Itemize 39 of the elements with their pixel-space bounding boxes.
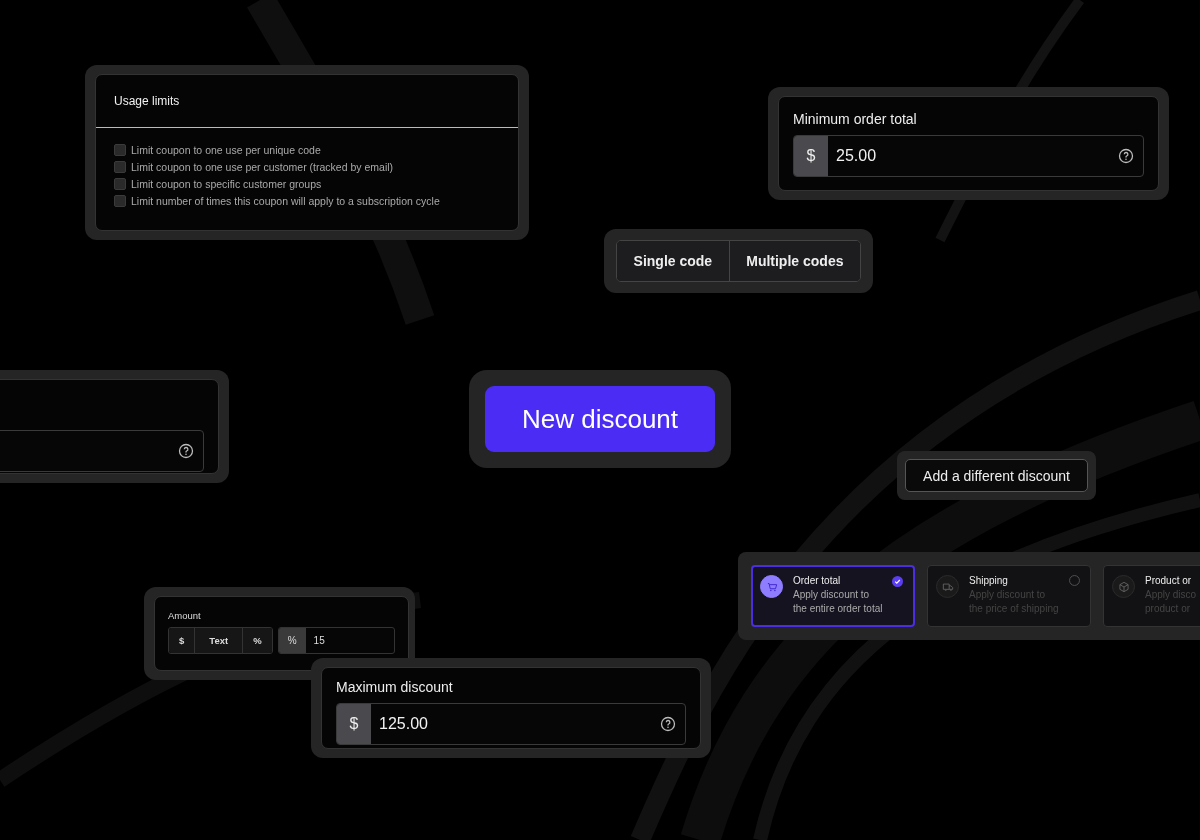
currency-prefix: $ [337, 704, 371, 744]
unit-toggle[interactable]: Text [195, 628, 244, 653]
option-description: Apply discount to the entire order total [793, 588, 884, 616]
input-field[interactable] [0, 430, 204, 472]
checkbox[interactable] [114, 195, 126, 207]
checkbox[interactable] [114, 178, 126, 190]
percent-prefix: % [278, 628, 306, 653]
field-label: Minimum order total [793, 111, 918, 127]
help-icon[interactable] [1118, 148, 1134, 164]
radio-icon [1069, 575, 1080, 586]
segment-tab[interactable]: Single code [617, 241, 730, 281]
input-field[interactable]: $ 25.00 [793, 135, 1144, 177]
option-title: Shipping [969, 575, 1009, 586]
unit-toggle[interactable]: % [243, 628, 272, 653]
help-icon[interactable] [660, 716, 676, 732]
checkbox-label: Limit coupon to one use per customer (tracked by email) [131, 161, 394, 173]
currency-prefix: $ [794, 136, 828, 176]
check-icon [892, 576, 903, 587]
option-title: Order total [793, 575, 842, 586]
field-value: 125.00 [378, 715, 429, 733]
checkbox[interactable] [114, 161, 126, 173]
option-title: Product or [1145, 575, 1193, 586]
field-label: Maximum discount [336, 679, 454, 695]
new-discount-button[interactable]: New discount [485, 386, 715, 452]
unit-toggle[interactable]: $ [169, 628, 196, 653]
checkbox-label: Limit coupon to specific customer groups [131, 178, 322, 190]
panel-title: Usage limits [114, 94, 180, 108]
field-label: Amount [168, 610, 202, 621]
field-value: 15 [312, 635, 325, 646]
help-icon[interactable] [178, 443, 194, 459]
discount-option[interactable]: Order total Apply discount to the entire order total [751, 565, 915, 627]
checkbox[interactable] [114, 144, 126, 156]
add-discount-button[interactable]: Add a different discount [905, 459, 1088, 492]
box-icon [1116, 579, 1131, 594]
input-field[interactable]: $ 125.00 [336, 703, 686, 745]
input-field[interactable]: % 15 [277, 627, 395, 654]
field-value: 25.00 [835, 147, 878, 165]
checkbox-label: Limit coupon to one use per unique code [131, 144, 321, 156]
checkbox-label: Limit number of times this coupon will apply to a subscription cycle [131, 195, 440, 207]
